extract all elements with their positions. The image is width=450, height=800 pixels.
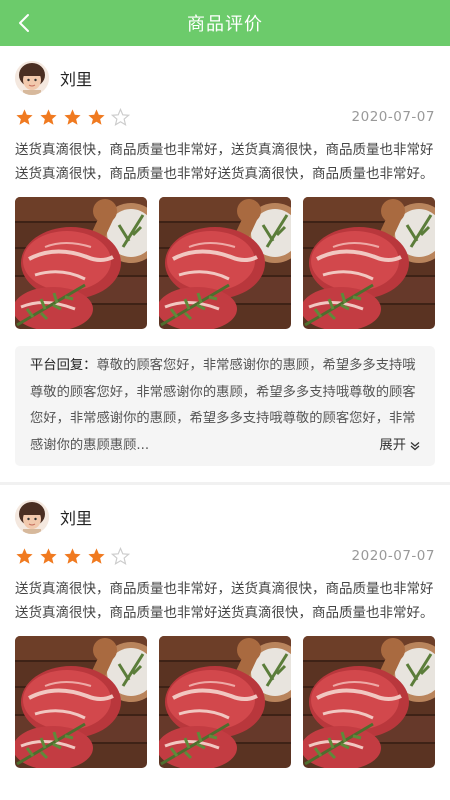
review-photos — [15, 197, 435, 329]
review-date: 2020-07-07 — [351, 109, 435, 125]
review-photo[interactable] — [303, 197, 435, 329]
expand-label: 展开 — [379, 437, 406, 453]
review-photo[interactable] — [303, 636, 435, 768]
star-filled-icon — [64, 547, 81, 564]
star-filled-icon — [40, 547, 57, 564]
review-date: 2020-07-07 — [351, 548, 435, 564]
review-photo[interactable] — [15, 636, 147, 768]
star-filled-icon — [40, 108, 57, 125]
user-name: 刘里 — [60, 70, 93, 89]
rating-row: 2020-07-07 — [15, 105, 435, 129]
review-text: 送货真滴很快，商品质量也非常好，送货真滴很快，商品质量也非常好送货真滴很快，商品… — [15, 581, 434, 621]
back-button[interactable] — [10, 0, 38, 46]
navbar: 商品评价 — [0, 0, 450, 46]
review-photo[interactable] — [159, 636, 291, 768]
avatar — [15, 500, 49, 534]
rating-row: 2020-07-07 — [15, 544, 435, 568]
review-text: 送货真滴很快，商品质量也非常好，送货真滴很快，商品质量也非常好送货真滴很快，商品… — [15, 142, 434, 182]
chevron-left-icon — [19, 14, 29, 32]
star-rating — [15, 107, 130, 127]
star-filled-icon — [88, 547, 105, 564]
star-filled-icon — [16, 547, 33, 564]
star-empty-icon — [111, 546, 130, 565]
review-card: 刘里 2020-07-07 送货真滴很快，商品质量也非常好，送货真滴很快，商品质… — [0, 46, 450, 482]
star-filled-icon — [64, 108, 81, 125]
app-screen: 商品评价 刘里 2020-07-07 送货真滴很快，商品质量也非常好，送货真滴很… — [0, 0, 450, 784]
reply-label: 平台回复： — [30, 358, 97, 373]
star-rating — [15, 546, 130, 566]
platform-reply: 平台回复：尊敬的顾客您好，非常感谢你的惠顾，希望多多支持哦尊敬的顾客您好，非常感… — [15, 346, 435, 466]
star-filled-icon — [16, 108, 33, 125]
review-photo[interactable] — [159, 197, 291, 329]
review-photos — [15, 636, 435, 768]
review-card: 刘里 2020-07-07 送货真滴很快，商品质量也非常好，送货真滴很快，商品质… — [0, 485, 450, 784]
star-empty-icon — [111, 107, 130, 126]
user-name: 刘里 — [60, 509, 93, 528]
avatar — [15, 61, 49, 95]
review-photo[interactable] — [15, 197, 147, 329]
page-title: 商品评价 — [187, 14, 263, 35]
expand-button[interactable]: 展开 — [379, 433, 428, 460]
review-user: 刘里 — [15, 60, 435, 96]
review-user: 刘里 — [15, 499, 435, 535]
double-chevron-down-icon — [410, 441, 420, 451]
star-filled-icon — [88, 108, 105, 125]
